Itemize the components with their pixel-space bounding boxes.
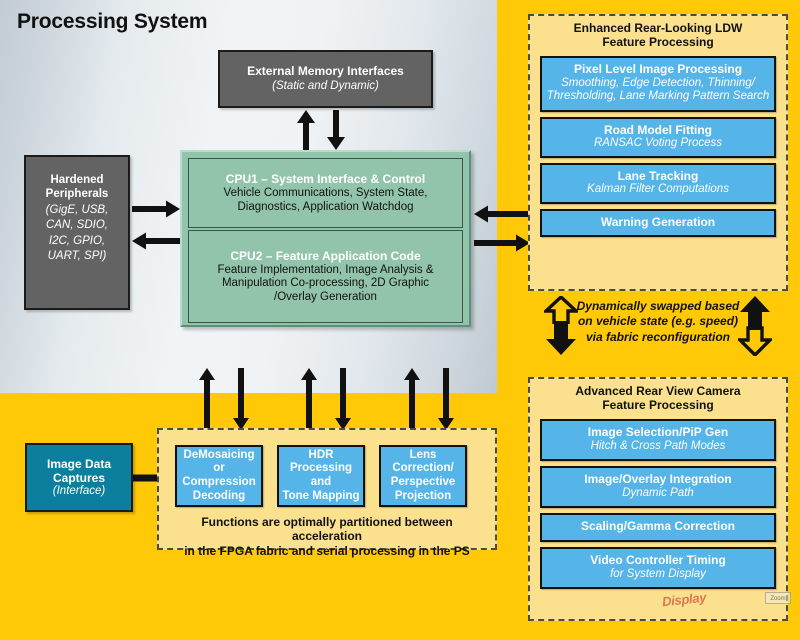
hardened-peripherals-subtitle-3: I2C, GPIO, [48,234,106,247]
arrow-up-memory-to-cpu [296,110,316,150]
diagram-canvas: Processing System External Memory Interf… [0,0,800,640]
arrow-left-cpu-to-peripherals [132,232,180,250]
hardened-peripherals-title-2: Peripherals [45,188,109,201]
fpga-partition-note: Functions are optimally partitioned betw… [167,515,487,558]
swap-note-line-1: Dynamically swapped based [576,299,740,313]
fpga-fn-2-line-1: Lens Correction/ [392,448,454,475]
hardened-peripherals-subtitle-4: UART, SPI) [47,249,107,262]
ldw-panel-title-line-1: Enhanced Rear-Looking LDW [573,21,743,35]
hardened-peripherals-title-1: Hardened [50,174,104,186]
cpu2-title: CPU2 – Feature Application Code [230,248,421,263]
image-capture-subtitle: (Interface) [52,485,106,498]
fpga-fn-1-line-3: Tone Mapping [282,489,360,502]
hardened-peripherals-subtitle-2: CAN, SDIO, [46,219,108,232]
rvc-block-1-subtitle: Dynamic Path [622,486,694,499]
ldw-block-1-title: Road Model Fitting [604,122,712,137]
cpu2-detail-1: Feature Implementation, Image Analysis & [217,263,434,276]
hardened-peripherals-subtitle-1: (GigE, USB, [45,203,109,216]
image-data-captures-box: Image Data Captures (Interface) [25,443,133,512]
fpga-fn-1-line-2: Processing and [290,462,352,488]
arrow-down-ps-to-fpga-2 [334,368,352,430]
ldw-block-2-title: Lane Tracking [617,168,699,183]
arrow-up-fpga-to-ps-2 [300,368,318,430]
rvc-block-image-selection: Image Selection/PiP Gen Hitch & Cross Pa… [540,418,776,461]
rvc-panel-title: Advanced Rear View Camera Feature Proces… [540,384,776,413]
cpu1-box: CPU1 – System Interface & Control Vehicl… [188,158,463,228]
arrow-down-ps-to-fpga-3 [437,368,455,430]
rvc-block-3-title: Video Controller Timing [590,553,726,568]
ldw-block-0-subtitle-2: Thresholding, Lane Marking Pattern Searc… [546,90,770,103]
rvc-panel-title-line-1: Advanced Rear View Camera [575,384,741,398]
fpga-fn-1-line-1: HDR [308,448,334,461]
external-memory-interfaces-box: External Memory Interfaces (Static and D… [218,50,433,108]
fpga-note-line-1: Functions are optimally partitioned betw… [201,515,453,544]
fpga-fabric-panel: DeMosaicing or Compression Decoding HDR … [157,428,497,558]
ldw-block-warning-generation: Warning Generation [540,208,776,237]
cpu1-title: CPU1 – System Interface & Control [225,171,426,186]
cpu-complex: CPU1 – System Interface & Control Vehicl… [180,150,471,327]
arrow-up-fpga-to-ps-1 [198,368,216,430]
arrow-left-ldw-to-cpu [474,205,530,223]
rvc-block-video-controller-timing: Video Controller Timing for System Displ… [540,546,776,589]
arrow-down-cpu-to-memory [326,110,346,150]
fpga-function-hdr-tone-mapping: HDR Processing and Tone Mapping [277,445,365,507]
external-memory-subtitle: (Static and Dynamic) [272,79,379,92]
fpga-fn-2-line-3: Projection [394,489,452,502]
swap-note-line-2: on vehicle state (e.g. speed) [577,314,739,329]
fpga-function-lens-correction: Lens Correction/ Perspective Projection [379,445,467,507]
fpga-fn-2-line-2: Perspective [390,476,456,488]
rvc-block-1-title: Image/Overlay Integration [584,472,732,487]
ldw-block-lane-tracking: Lane Tracking Kalman Filter Computations [540,162,776,204]
cpu1-detail-2: Diagnostics, Application Watchdog [237,200,414,213]
page-title: Processing System [17,10,208,33]
arrow-down-ps-to-fpga-1 [232,368,250,430]
rvc-block-0-title: Image Selection/PiP Gen [587,425,729,440]
ldw-block-2-subtitle-1: Kalman Filter Computations [587,183,729,196]
ldw-block-0-subtitle-1: Smoothing, Edge Detection, Thinning/ [561,77,755,90]
fpga-fn-0-line-1: DeMosaicing or [183,448,255,475]
fpga-fn-0-line-2: Compression [182,476,256,488]
arrow-right-cpu-to-ldw [474,234,530,252]
ldw-panel-title: Enhanced Rear-Looking LDW Feature Proces… [540,21,776,50]
image-capture-title-2: Captures [52,471,105,486]
arrow-up-fpga-to-ps-3 [403,368,421,430]
fpga-fn-0-line-3: Decoding [192,489,246,502]
rvc-block-image-overlay-integration: Image/Overlay Integration Dynamic Path [540,465,776,508]
cpu2-box: CPU2 – Feature Application Code Feature … [188,230,463,323]
rvc-panel-title-line-2: Feature Processing [602,397,714,412]
external-memory-title: External Memory Interfaces [247,64,404,79]
ldw-block-pixel-level-image-processing: Pixel Level Image Processing Smoothing, … [540,55,776,112]
rvc-block-0-subtitle: Hitch & Cross Path Modes [590,439,726,452]
ldw-block-0-title: Pixel Level Image Processing [573,62,743,77]
rvc-block-3-subtitle: for System Display [610,567,706,580]
fpga-note-line-2: in the FPGA fabric and serial processing… [184,543,470,558]
fpga-function-demosaicing: DeMosaicing or Compression Decoding [175,445,263,507]
cpu2-detail-2: Manipulation Co-processing, 2D Graphic [221,277,430,290]
swap-note-line-3: via fabric reconfiguration [585,329,731,344]
ldw-feature-panel: Enhanced Rear-Looking LDW Feature Proces… [528,14,788,291]
ldw-panel-title-line-2: Feature Processing [602,34,714,49]
rear-view-camera-feature-panel: Advanced Rear View Camera Feature Proces… [528,377,788,621]
ldw-block-1-subtitle-1: RANSAC Voting Process [593,137,723,150]
cpu2-detail-3: /Overlay Generation [274,290,377,303]
rvc-block-2-title: Scaling/Gamma Correction [580,519,736,534]
dynamic-swap-note: Dynamically swapped based on vehicle sta… [572,299,744,345]
ldw-block-road-model-fitting: Road Model Fitting RANSAC Voting Process [540,116,776,158]
cpu1-detail-1: Vehicle Communications, System State, [223,187,428,200]
ldw-block-3-title: Warning Generation [600,214,716,229]
rvc-block-scaling-gamma-correction: Scaling/Gamma Correction [540,512,776,542]
arrow-right-peripherals-to-cpu [132,200,180,218]
image-capture-title-1: Image Data [46,456,112,471]
hardened-peripherals-box: Hardened Peripherals (GigE, USB, CAN, SD… [24,155,130,310]
